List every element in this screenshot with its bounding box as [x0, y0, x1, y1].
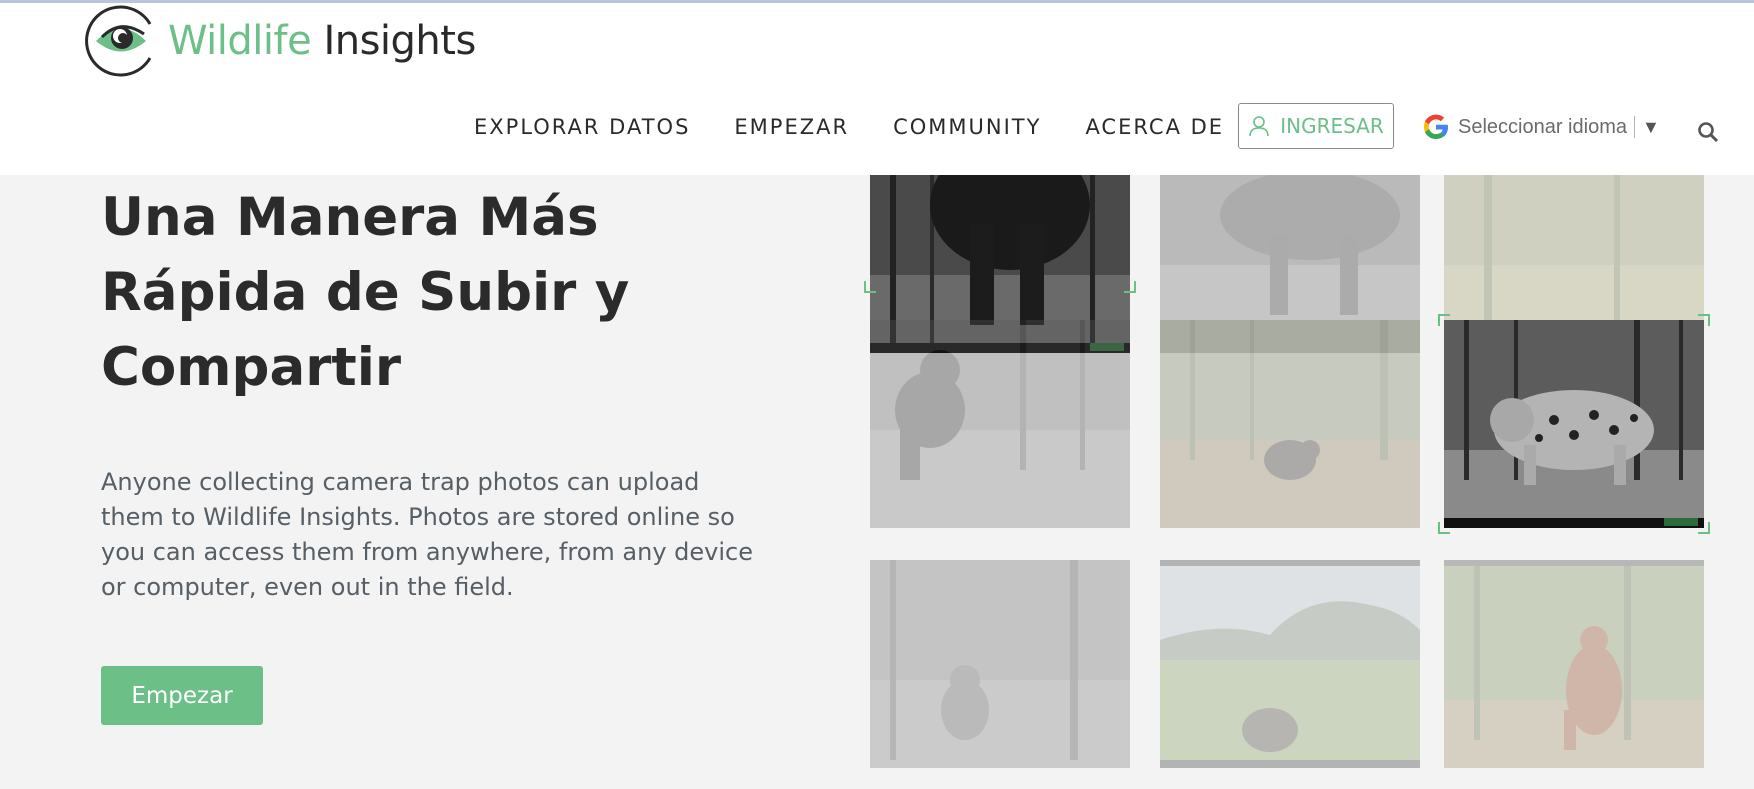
dropdown-arrow-icon: ▼: [1641, 116, 1660, 137]
focus-bracket: [1124, 281, 1136, 293]
gallery-tile-jaguar[interactable]: [1444, 320, 1704, 528]
search-icon[interactable]: [1697, 121, 1719, 143]
language-separator: [1633, 116, 1635, 138]
logo-word-wildlife: Wildlife: [168, 18, 312, 64]
nav-empezar[interactable]: EMPEZAR: [734, 115, 849, 139]
logo-text: Wildlife Insights: [168, 18, 476, 64]
focus-bracket: [1698, 314, 1710, 326]
camera-trap-gallery: [0, 175, 1754, 789]
focus-bracket: [1438, 522, 1450, 534]
small-bear-photo: [1160, 320, 1420, 528]
nav-community[interactable]: COMMUNITY: [893, 115, 1041, 139]
nav-acerca-de[interactable]: ACERCA DE: [1085, 115, 1224, 139]
gallery-tile-small-bear[interactable]: [1160, 320, 1420, 528]
gallery-tile-monkey[interactable]: [870, 560, 1130, 768]
language-label: Seleccionar idioma: [1458, 115, 1627, 138]
chimpanzee-photo: [870, 320, 1130, 528]
site-header: Wildlife Insights EXPLORAR DATOS EMPEZAR…: [0, 3, 1754, 175]
jaguar-photo: [1444, 320, 1704, 528]
focus-bracket: [864, 281, 876, 293]
user-icon: [1249, 116, 1270, 137]
monkey-photo: [870, 560, 1130, 768]
gallery-tile-chimpanzee[interactable]: [870, 320, 1130, 528]
eye-logo-icon: [85, 5, 152, 77]
grassland-armadillo-photo: [1160, 560, 1420, 768]
login-label: INGRESAR: [1280, 114, 1384, 138]
logo-word-insights: Insights: [323, 18, 476, 64]
focus-bracket: [1438, 314, 1450, 326]
login-button[interactable]: INGRESAR: [1238, 103, 1394, 149]
gallery-tile-grassland-armadillo[interactable]: [1160, 560, 1420, 768]
focus-bracket: [1698, 522, 1710, 534]
orangutan-photo: [1444, 560, 1704, 768]
main-nav: EXPLORAR DATOS EMPEZAR COMMUNITY ACERCA …: [474, 115, 1268, 139]
wildlife-insights-logo[interactable]: Wildlife Insights: [84, 4, 476, 78]
nav-explorar-datos[interactable]: EXPLORAR DATOS: [474, 115, 690, 139]
language-selector[interactable]: Seleccionar idioma ▼: [1422, 113, 1660, 141]
google-icon: [1424, 114, 1448, 139]
gallery-tile-orangutan[interactable]: [1444, 560, 1704, 768]
